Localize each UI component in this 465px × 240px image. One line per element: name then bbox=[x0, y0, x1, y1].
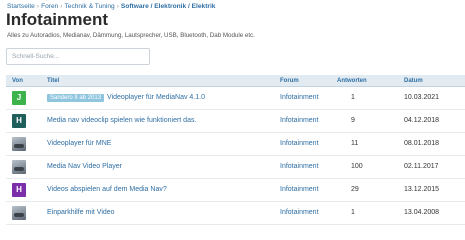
thread-date: 13.12.2015 bbox=[404, 186, 440, 193]
forum-link[interactable]: Infotainment bbox=[280, 117, 319, 124]
thread-title-link[interactable]: Media nav videoclip spielen wie funktion… bbox=[47, 117, 196, 124]
forum-link[interactable]: Infotainment bbox=[280, 186, 319, 193]
thread-title-cell: Videoplayer für MNE bbox=[47, 140, 111, 147]
table-row[interactable]: J Sandero II ab 2013 Videoplayer für Media… bbox=[6, 87, 465, 110]
thread-title-link[interactable]: Videos abspielen auf dem Media Nav? bbox=[47, 186, 167, 193]
column-header-antworten[interactable]: Antworten bbox=[337, 78, 367, 84]
thread-date: 04.12.2018 bbox=[404, 117, 440, 124]
thread-table: Von Titel Forum Antworten Datum J Sandero… bbox=[6, 75, 465, 225]
column-header-von[interactable]: Von bbox=[12, 78, 23, 84]
thread-title-cell: Einparkhilfe mit Video bbox=[47, 209, 115, 216]
avatar-photo[interactable] bbox=[12, 160, 26, 174]
column-header-titel[interactable]: Titel bbox=[47, 78, 59, 84]
breadcrumb-separator: › bbox=[116, 3, 119, 10]
thread-title-cell: Media nav videoclip spielen wie funktion… bbox=[47, 117, 196, 124]
answers-count: 11 bbox=[351, 140, 359, 147]
thread-date: 08.01.2018 bbox=[404, 140, 440, 147]
thread-title-cell: Media Nav Video Player bbox=[47, 163, 122, 170]
table-header: Von Titel Forum Antworten Datum bbox=[6, 75, 465, 87]
answers-count: 1 bbox=[351, 209, 355, 216]
table-body: J Sandero II ab 2013 Videoplayer für Media… bbox=[6, 87, 465, 225]
thread-title-link[interactable]: Videoplayer für MNE bbox=[47, 140, 111, 147]
avatar[interactable]: H bbox=[12, 114, 26, 128]
search-input[interactable] bbox=[6, 48, 150, 65]
forum-link[interactable]: Infotainment bbox=[280, 140, 319, 147]
thread-title-cell: Videos abspielen auf dem Media Nav? bbox=[47, 186, 167, 193]
prefix-badge[interactable]: Sandero II ab 2013 bbox=[47, 94, 105, 102]
answers-count: 100 bbox=[351, 163, 363, 170]
thread-date: 10.03.2021 bbox=[404, 94, 440, 101]
table-row[interactable]: Media Nav Video Player Infotainment 100 02.… bbox=[6, 156, 465, 179]
breadcrumb-technik-tuning[interactable]: Technik & Tuning bbox=[65, 3, 115, 10]
column-header-forum[interactable]: Forum bbox=[280, 78, 299, 84]
avatar[interactable]: H bbox=[12, 183, 26, 197]
thread-title-link[interactable]: Einparkhilfe mit Video bbox=[47, 209, 115, 216]
breadcrumb-current[interactable]: Software / Elektronik / Elektrik bbox=[121, 3, 216, 10]
answers-count: 9 bbox=[351, 117, 355, 124]
table-row[interactable]: Videoplayer für MNE Infotainment 11 08.01.2… bbox=[6, 133, 465, 156]
breadcrumb: Startseite › Foren › Technik & Tuning › Softwa… bbox=[7, 3, 215, 10]
thread-title-cell: Sandero II ab 2013 Videoplayer für MediaN… bbox=[47, 94, 205, 102]
thread-title-link[interactable]: Media Nav Video Player bbox=[47, 163, 122, 170]
page-title: Infotainment bbox=[6, 10, 108, 29]
avatar-photo[interactable] bbox=[12, 206, 26, 220]
forum-link[interactable]: Infotainment bbox=[280, 94, 319, 101]
forum-link[interactable]: Infotainment bbox=[280, 209, 319, 216]
table-row[interactable]: H Videos abspielen auf dem Media Nav? Info… bbox=[6, 179, 465, 202]
answers-count: 1 bbox=[351, 94, 355, 101]
breadcrumb-foren[interactable]: Foren bbox=[41, 3, 58, 10]
answers-count: 29 bbox=[351, 186, 359, 193]
avatar-photo[interactable] bbox=[12, 137, 26, 151]
breadcrumb-separator: › bbox=[36, 3, 40, 10]
forum-link[interactable]: Infotainment bbox=[280, 163, 319, 170]
thread-date: 02.11.2017 bbox=[404, 163, 439, 170]
column-header-datum[interactable]: Datum bbox=[404, 78, 423, 84]
thread-date: 13.04.2008 bbox=[404, 209, 440, 216]
table-row[interactable]: H Media nav videoclip spielen wie funktio… bbox=[6, 110, 465, 133]
thread-title-link[interactable]: Videoplayer für MediaNav 4.1.0 bbox=[107, 94, 205, 101]
avatar[interactable]: J bbox=[12, 91, 26, 105]
table-row[interactable]: Einparkhilfe mit Video Infotainment 1 13.04… bbox=[6, 202, 465, 225]
breadcrumb-startseite[interactable]: Startseite bbox=[7, 3, 35, 10]
breadcrumb-separator: › bbox=[60, 3, 63, 10]
page-subtitle: Alles zu Autoradios, Medianav, Dämmung, … bbox=[7, 32, 255, 39]
